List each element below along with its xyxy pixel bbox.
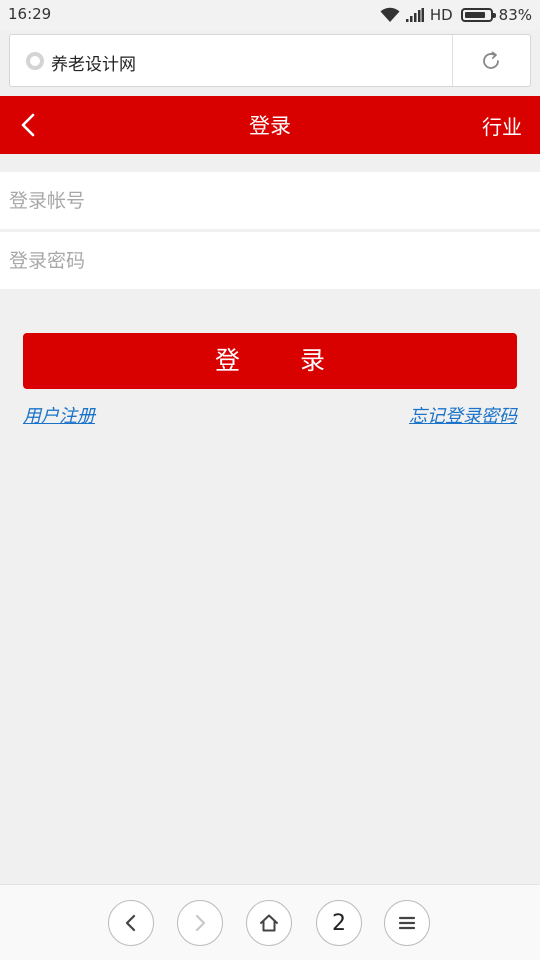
status-indicators: HD 83% — [380, 5, 532, 25]
menu-icon — [398, 916, 416, 930]
battery-percent: 83% — [498, 6, 532, 24]
menu-button[interactable] — [384, 900, 430, 946]
reload-icon[interactable] — [479, 49, 503, 73]
login-button[interactable]: 登 录 — [23, 333, 517, 389]
forgot-password-link[interactable]: 忘记登录密码 — [409, 402, 517, 428]
forward-arrow-icon — [195, 914, 206, 932]
tabs-button[interactable]: 2 — [316, 900, 362, 946]
site-title[interactable]: 养老设计网 — [51, 50, 136, 75]
battery-level — [464, 12, 485, 18]
page-title: 登录 — [249, 114, 291, 138]
password-input[interactable] — [0, 232, 540, 289]
home-button[interactable] — [246, 900, 292, 946]
account-field-row — [0, 172, 540, 229]
page-header: 登录 行业 — [0, 96, 540, 154]
address-bar[interactable]: 养老设计网 — [9, 34, 531, 87]
back-button[interactable] — [108, 900, 154, 946]
browser-bottom-bar: 2 — [0, 884, 540, 960]
home-icon — [260, 914, 278, 932]
account-input[interactable] — [0, 172, 540, 229]
forward-button[interactable] — [177, 900, 223, 946]
wifi-icon — [380, 7, 400, 22]
industry-link[interactable]: 行业 — [482, 111, 522, 140]
status-bar: 16:29 HD 83% — [0, 0, 540, 30]
signal-icon — [405, 8, 424, 22]
password-field-row — [0, 232, 540, 289]
chevron-left-icon[interactable] — [16, 112, 42, 138]
site-favicon-icon — [26, 52, 44, 70]
network-type: HD — [429, 6, 453, 24]
tab-count: 2 — [332, 910, 346, 936]
address-divider — [452, 35, 453, 86]
status-time: 16:29 — [8, 5, 52, 23]
register-link[interactable]: 用户注册 — [23, 402, 95, 428]
battery-icon — [460, 8, 496, 22]
back-arrow-icon — [125, 914, 136, 932]
